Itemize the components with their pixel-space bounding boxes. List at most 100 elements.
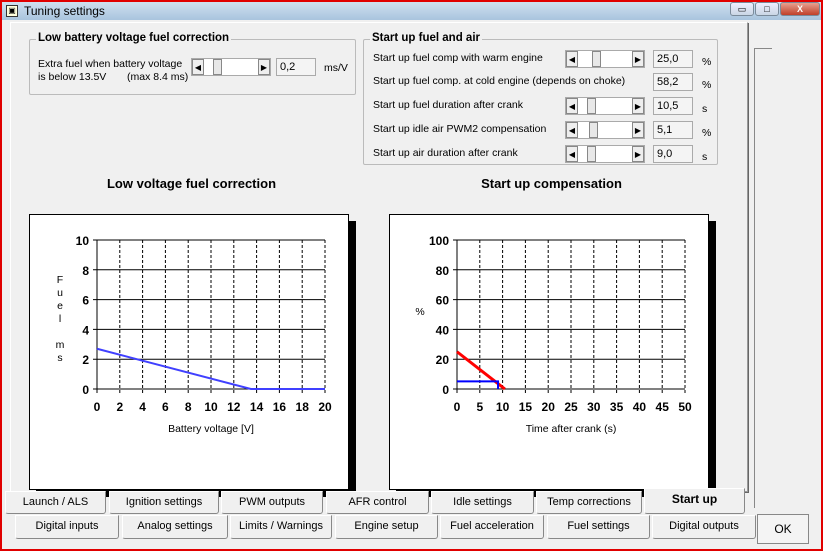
- chart-title-startup: Start up compensation: [481, 176, 622, 191]
- tab-pwm-outputs[interactable]: PWM outputs: [221, 491, 323, 514]
- y-axis-label: u: [57, 287, 63, 299]
- minimize-button[interactable]: ▭: [730, 2, 754, 16]
- slider-thumb[interactable]: [587, 146, 596, 162]
- startup-group: Start up fuel and air Start up fuel comp…: [363, 32, 718, 165]
- tab-engine-setup[interactable]: Engine setup: [335, 515, 438, 539]
- startup-row-value: 9,0: [653, 145, 693, 163]
- tab-afr-control[interactable]: AFR control: [326, 491, 429, 514]
- startup-row-value: 5,1: [653, 121, 693, 139]
- y-tick-label: 0: [442, 383, 449, 397]
- slider-thumb[interactable]: [213, 59, 222, 75]
- x-tick-label: 8: [185, 400, 192, 414]
- ok-button[interactable]: OK: [757, 514, 809, 544]
- extra-fuel-label: Extra fuel when battery voltage: [38, 58, 183, 70]
- slider-thumb[interactable]: [587, 98, 596, 114]
- x-tick-label: 4: [139, 400, 146, 414]
- startup-row-label: Start up fuel comp with warm engine: [373, 52, 543, 64]
- startup-row-label: Start up air duration after crank: [373, 147, 518, 159]
- slider-thumb[interactable]: [589, 122, 599, 138]
- x-tick-label: 50: [678, 400, 692, 414]
- tab-digital-inputs[interactable]: Digital inputs: [15, 515, 119, 539]
- series-line: [457, 380, 500, 389]
- arrow-right-icon[interactable]: ▶: [632, 122, 644, 138]
- extra-fuel-slider[interactable]: ◀ ▶: [191, 58, 271, 76]
- y-tick-label: 6: [82, 294, 89, 308]
- x-tick-label: 20: [542, 400, 556, 414]
- x-tick-label: 10: [204, 400, 218, 414]
- close-button[interactable]: X: [780, 2, 820, 16]
- x-tick-label: 15: [519, 400, 533, 414]
- tuning-settings-window: ▣ Tuning settings ▭ □ X Low battery volt…: [0, 0, 823, 551]
- startup-chart: 0 20 40 60 80 100 0 5 10 15 20 25 30 35 40 45 50 Time aft…: [389, 214, 709, 490]
- arrow-left-icon[interactable]: ◀: [566, 51, 578, 67]
- x-tick-label: 40: [633, 400, 647, 414]
- tab-temp-corrections[interactable]: Temp corrections: [536, 491, 642, 514]
- arrow-right-icon[interactable]: ▶: [258, 59, 270, 75]
- unit-label: ms/V: [324, 62, 348, 74]
- startup-row-label: Start up fuel comp. at cold engine (depe…: [373, 75, 626, 87]
- y-tick-label: 10: [76, 234, 90, 248]
- arrow-right-icon[interactable]: ▶: [632, 51, 644, 67]
- extra-fuel-value: 0,2: [276, 58, 316, 76]
- y-tick-label: 8: [82, 264, 89, 278]
- y-axis-label: l: [59, 313, 61, 325]
- arrow-right-icon[interactable]: ▶: [632, 98, 644, 114]
- tab-launch-als[interactable]: Launch / ALS: [5, 491, 106, 514]
- startup-row-unit: %: [702, 79, 712, 91]
- x-axis-label: Time after crank (s): [526, 423, 617, 435]
- arrow-left-icon[interactable]: ◀: [566, 98, 578, 114]
- startup-row-unit: %: [702, 56, 712, 68]
- arrow-left-icon[interactable]: ◀: [192, 59, 204, 75]
- slider-thumb[interactable]: [591, 51, 601, 67]
- tab-analog-settings[interactable]: Analog settings: [122, 515, 228, 539]
- group-title: Start up fuel and air: [370, 32, 482, 44]
- y-tick-label: 20: [436, 353, 450, 367]
- startup-row-slider[interactable]: ◀ ▶: [565, 145, 645, 163]
- startup-row-label: Start up fuel duration after crank: [373, 99, 523, 111]
- tab-digital-outputs[interactable]: Digital outputs: [652, 515, 756, 539]
- x-tick-label: 10: [496, 400, 510, 414]
- x-tick-label: 6: [162, 400, 169, 414]
- tab-idle-settings[interactable]: Idle settings: [431, 491, 534, 514]
- startup-row-value: 10,5: [653, 97, 693, 115]
- low-voltage-chart: 0 2 4 6 8 10 0 2 4 6 8 10 12 14 16 18 20 Battery voltage …: [29, 214, 349, 490]
- startup-row-unit: %: [702, 127, 712, 139]
- startup-row-slider[interactable]: ◀ ▶: [565, 121, 645, 139]
- x-tick-label: 30: [587, 400, 601, 414]
- y-tick-label: 2: [82, 353, 89, 367]
- group-title: Low battery voltage fuel correction: [36, 32, 232, 44]
- x-tick-label: 0: [454, 400, 461, 414]
- max-note: (max 8.4 ms): [127, 71, 189, 83]
- x-tick-label: 2: [116, 400, 123, 414]
- y-axis-label: s: [57, 352, 62, 364]
- y-axis-label: %: [415, 306, 424, 318]
- arrow-left-icon[interactable]: ◀: [566, 122, 578, 138]
- y-axis-label: F: [57, 274, 63, 286]
- y-axis-label: m: [56, 339, 65, 351]
- startup-row-label: Start up idle air PWM2 compensation: [373, 123, 547, 135]
- y-tick-label: 4: [82, 323, 89, 337]
- startup-row-unit: s: [702, 151, 708, 163]
- extra-fuel-label-2: is below 13.5V: [38, 71, 107, 83]
- tab-fuel-acceleration[interactable]: Fuel acceleration: [440, 515, 544, 539]
- startup-row-slider[interactable]: ◀ ▶: [565, 97, 645, 115]
- x-tick-label: 18: [296, 400, 310, 414]
- x-tick-label: 0: [94, 400, 101, 414]
- y-axis-label: e: [57, 300, 63, 312]
- tab-ignition-settings[interactable]: Ignition settings: [109, 491, 219, 514]
- app-icon: ▣: [6, 5, 18, 17]
- tab-start-up[interactable]: Start up: [644, 488, 745, 514]
- x-tick-label: 45: [656, 400, 670, 414]
- maximize-button[interactable]: □: [755, 2, 779, 16]
- arrow-right-icon[interactable]: ▶: [632, 146, 644, 162]
- y-tick-label: 60: [436, 294, 450, 308]
- startup-row-slider[interactable]: ◀ ▶: [565, 50, 645, 68]
- y-tick-label: 40: [436, 323, 450, 337]
- startup-row-unit: s: [702, 103, 708, 115]
- side-panel-edge: [754, 48, 772, 508]
- y-tick-label: 80: [436, 264, 450, 278]
- tab-limits-warnings[interactable]: Limits / Warnings: [230, 515, 332, 539]
- arrow-left-icon[interactable]: ◀: [566, 146, 578, 162]
- x-tick-label: 16: [273, 400, 287, 414]
- tab-fuel-settings[interactable]: Fuel settings: [547, 515, 650, 539]
